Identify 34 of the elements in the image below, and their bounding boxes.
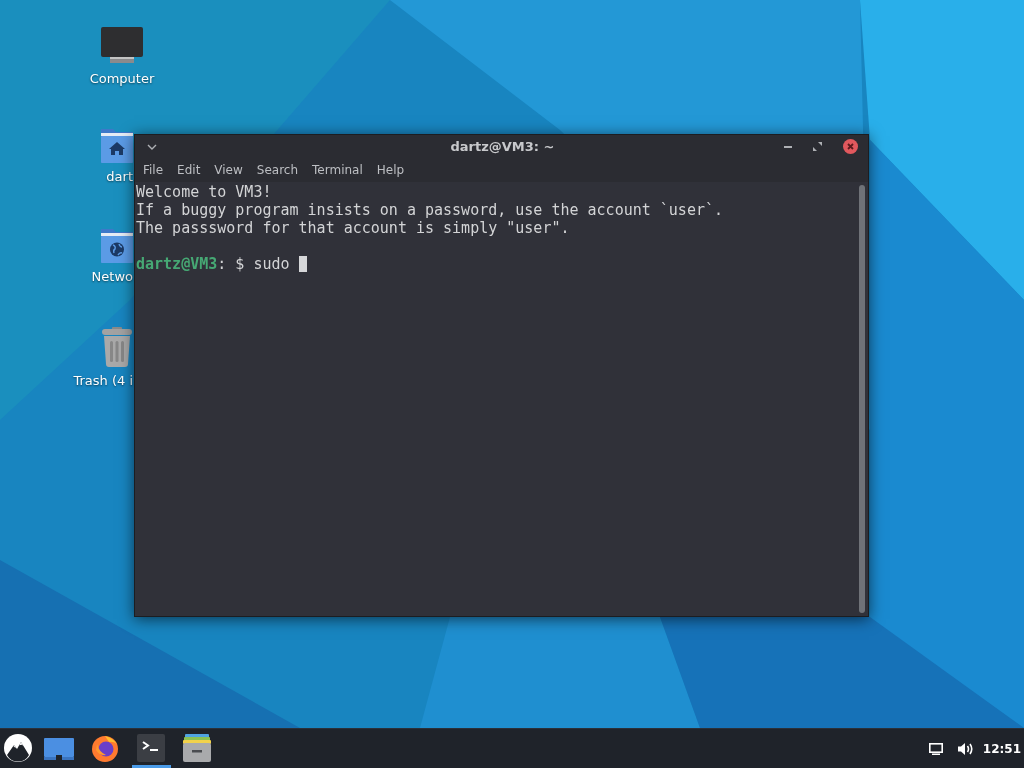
volume-icon[interactable] bbox=[957, 741, 974, 756]
window-title: dartz@VM3: ~ bbox=[450, 139, 555, 154]
menu-item[interactable]: View bbox=[214, 161, 243, 179]
globe-folder-icon bbox=[101, 227, 133, 263]
screen-icon[interactable] bbox=[44, 738, 74, 760]
terminal-prompt-icon[interactable] bbox=[137, 734, 165, 762]
desktop-shortcut[interactable]: Computer bbox=[89, 27, 155, 87]
output-line: Welcome to VM3! bbox=[136, 183, 272, 201]
file-cabinet-icon[interactable] bbox=[182, 734, 212, 762]
menu-item[interactable]: Search bbox=[256, 161, 299, 179]
prompt-host: dartz@VM3 bbox=[136, 255, 218, 273]
menu-item[interactable]: Help bbox=[376, 161, 405, 179]
chevron-down-icon[interactable] bbox=[147, 143, 157, 150]
output-line: If a buggy program insists on a password, use the account `user`. bbox=[136, 201, 723, 219]
close-icon[interactable] bbox=[843, 139, 858, 154]
command-text: : $ sudo bbox=[217, 255, 290, 273]
output-line: The passsword for that account is simply "user". bbox=[136, 219, 570, 237]
minimize-icon[interactable] bbox=[784, 145, 792, 148]
monitor-icon bbox=[101, 27, 143, 63]
desktop-shortcut[interactable]: Trash (4 i bbox=[73, 327, 133, 389]
menu-item[interactable]: File bbox=[143, 161, 164, 179]
scrollbar-thumb[interactable] bbox=[859, 185, 865, 613]
fox-globe-icon[interactable] bbox=[91, 734, 119, 762]
home-folder-icon bbox=[101, 127, 133, 163]
mountain-logo-icon[interactable] bbox=[4, 734, 32, 762]
monitor-outline-icon[interactable] bbox=[928, 742, 943, 755]
text-cursor bbox=[298, 256, 307, 272]
menu-item[interactable]: Edit bbox=[177, 161, 201, 179]
desktop-shortcut[interactable]: dart bbox=[101, 127, 133, 185]
menu-item[interactable]: Terminal bbox=[312, 161, 363, 179]
expand-arrows-icon[interactable] bbox=[813, 142, 822, 151]
clock[interactable]: 12:51 bbox=[982, 741, 1021, 756]
trash-can-icon bbox=[101, 327, 133, 367]
desktop-shortcut[interactable]: Netwo bbox=[91, 227, 133, 285]
